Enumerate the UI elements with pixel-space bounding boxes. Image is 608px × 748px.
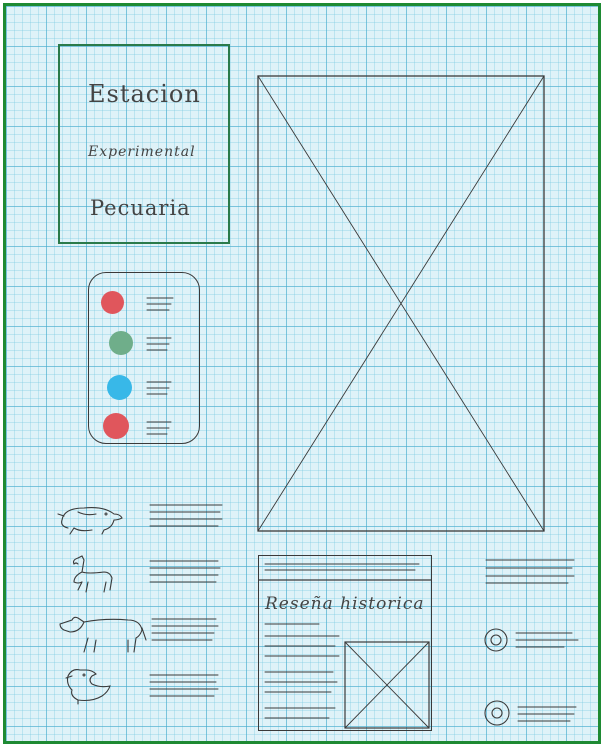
red-dot-icon (103, 413, 129, 439)
blue-dot-icon (107, 375, 132, 400)
history-card-image-placeholder (344, 641, 430, 729)
right-list-item-2[interactable] (482, 698, 592, 732)
animal-row-duck[interactable] (58, 666, 226, 706)
right-list-item-1-lines (515, 632, 579, 648)
animal-row-pig[interactable] (56, 500, 226, 536)
circle-bullet-icon (484, 700, 510, 726)
logo-line-estacion: Estacion (88, 80, 201, 108)
menu-item-3[interactable] (107, 375, 191, 400)
right-header-lines (485, 559, 575, 584)
menu-item-4[interactable] (103, 413, 191, 439)
menu-item-1-lines (146, 297, 174, 311)
menu-item-2-lines (146, 337, 172, 351)
pig-icon (57, 507, 123, 535)
pig-row-lines (149, 504, 223, 527)
history-card-header (259, 563, 431, 581)
menu-item-4-lines (146, 421, 172, 435)
history-card-text-lines (264, 623, 340, 719)
menu-item-3-lines (146, 381, 172, 395)
hero-image-placeholder (257, 75, 545, 532)
menu-item-2[interactable] (109, 331, 191, 355)
history-card[interactable]: Reseña historica (258, 555, 432, 731)
duck-row-lines (149, 674, 219, 697)
graph-paper-sheet: Estacion Experimental Pecuaria Reseña hi… (3, 3, 601, 744)
logo-box: Estacion Experimental Pecuaria (58, 44, 230, 244)
circle-bullet-icon (484, 628, 508, 652)
history-card-title: Reseña historica (265, 594, 425, 614)
right-list-item-1[interactable] (482, 626, 592, 656)
red-dot-icon (101, 291, 124, 314)
logo-line-pecuaria: Pecuaria (90, 196, 191, 220)
green-dot-icon (109, 331, 133, 355)
menu-item-1[interactable] (101, 291, 191, 315)
logo-line-experimental: Experimental (88, 144, 196, 160)
llama-row-lines (149, 560, 221, 583)
llama-icon (72, 555, 113, 593)
cow-icon (59, 616, 147, 653)
cow-row-lines (151, 618, 219, 641)
animal-row-llama[interactable] (60, 554, 226, 594)
color-dot-menu (88, 272, 200, 444)
duck-icon (65, 669, 111, 705)
right-list-item-2-lines (517, 706, 577, 722)
animal-row-cow[interactable] (56, 610, 226, 656)
